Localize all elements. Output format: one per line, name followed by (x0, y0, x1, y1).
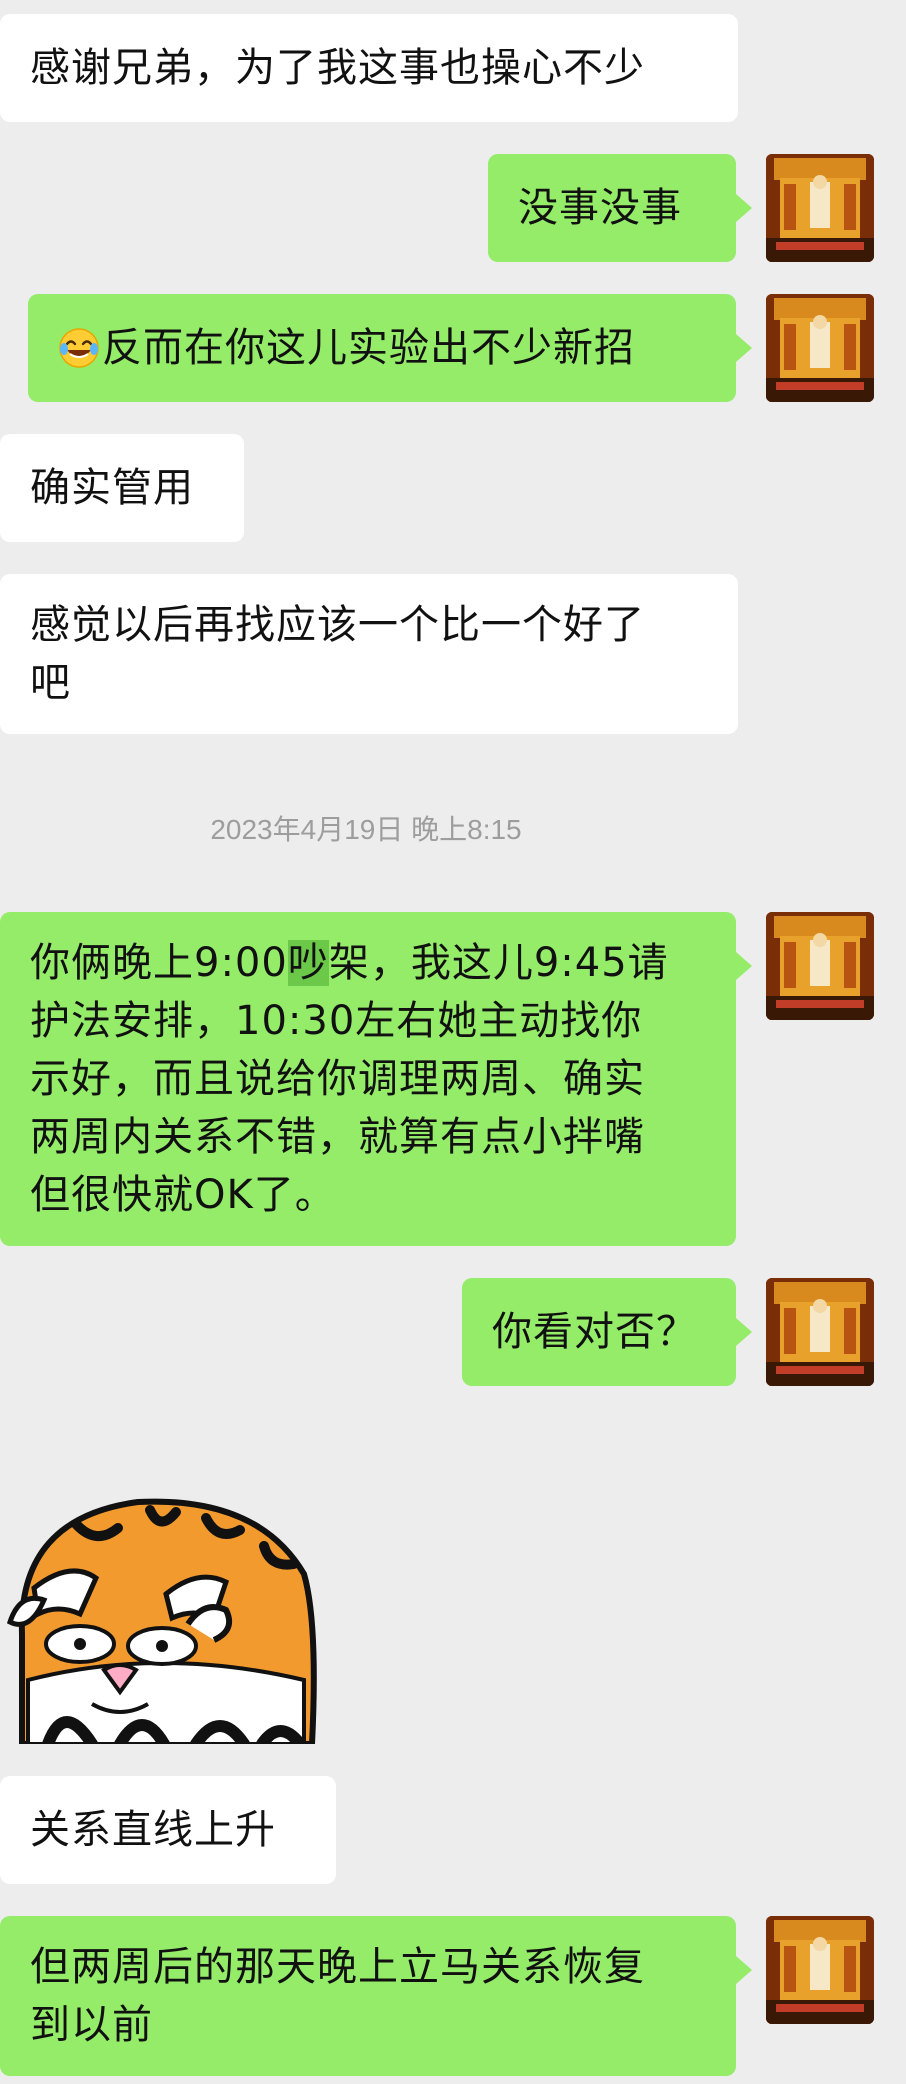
avatar[interactable] (766, 294, 874, 402)
avatar[interactable] (766, 1916, 874, 2024)
avatar[interactable] (766, 1278, 874, 1386)
message-text: 感谢兄弟，为了我这事也操心不少 (30, 45, 645, 91)
message-text: 护法安排，10:30左右她主动找你 示好，而且说给你调理两周、确实 两周内关系不… (30, 998, 645, 1218)
message-bubble-sent[interactable]: 反而在你这儿实验出不少新招 (28, 294, 752, 402)
message-text: 没事没事 (518, 185, 682, 231)
message-bubble-received[interactable]: 确实管用 (0, 434, 244, 542)
message-bubble-received[interactable]: 关系直线上升 (0, 1776, 336, 1884)
message-bubble-received[interactable]: 感谢兄弟，为了我这事也操心不少 (0, 14, 738, 122)
message-text: 反而在你这儿实验出不少新招 (102, 325, 635, 371)
message-text: 但两周后的那天晚上立马关系恢复 到以前 (30, 1944, 645, 2048)
message-text: 确实管用 (30, 465, 194, 511)
avatar[interactable] (766, 154, 874, 262)
message-text-line1-prefix: 你俩晚上9:00 (30, 940, 288, 986)
message-bubble-sent[interactable]: 你看对否？ (462, 1278, 752, 1386)
message-text: 你看对否？ (492, 1309, 697, 1355)
message-bubble-sent[interactable]: 没事没事 (488, 154, 752, 262)
laughing-with-tears-emoji-icon (58, 327, 100, 369)
message-bubble-received[interactable]: 感觉以后再找应该一个比一个好了 吧 (0, 574, 738, 734)
message-bubble-sent[interactable]: 但两周后的那天晚上立马关系恢复 到以前 (0, 1916, 752, 2076)
timestamp: 2023年4月19日 晚上8:15 (210, 814, 522, 845)
chat-area: 感谢兄弟，为了我这事也操心不少 没事没事 反而在你这儿实验出不少新招 确实管用 … (0, 0, 906, 2084)
tiger-sticker[interactable] (0, 1458, 320, 1744)
message-bubble-sent[interactable]: 你俩晚上9:00吵架，我这儿9:45请 护法安排，10:30左右她主动找你 示好… (0, 912, 752, 1246)
highlighted-word: 吵 (287, 940, 329, 986)
message-text: 感觉以后再找应该一个比一个好了 吧 (30, 602, 645, 706)
avatar[interactable] (766, 912, 874, 1020)
message-text: 关系直线上升 (30, 1807, 276, 1853)
message-text-line1-suffix: 架，我这儿9:45请 (328, 940, 669, 986)
